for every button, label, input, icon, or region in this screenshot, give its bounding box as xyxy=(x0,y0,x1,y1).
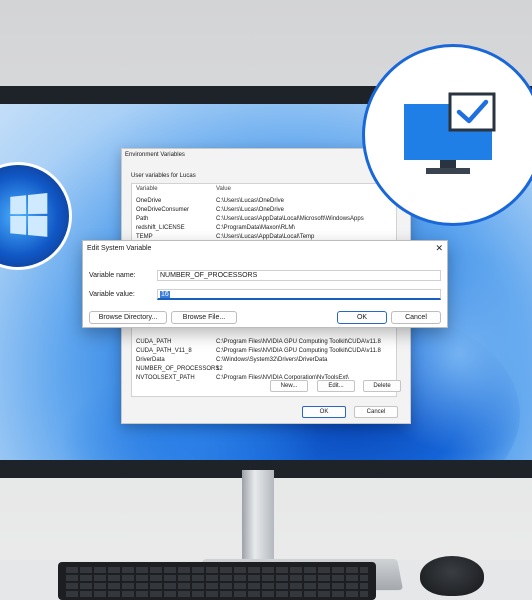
monitor-stand-neck xyxy=(242,470,274,562)
mouse xyxy=(420,556,484,596)
row-variable[interactable]: OneDrive xyxy=(136,198,161,204)
column-header-value[interactable]: Value xyxy=(216,186,231,192)
row-variable[interactable]: DriverData xyxy=(136,357,165,363)
row-variable[interactable]: CUDA_PATH_V11_8 xyxy=(136,348,192,354)
row-value[interactable]: C:\ProgramData\Maxon\RLM\ xyxy=(216,225,295,231)
column-header-variable[interactable]: Variable xyxy=(136,186,158,192)
variable-value-label: Variable value: xyxy=(89,291,135,298)
row-variable[interactable]: Path xyxy=(136,216,148,222)
row-value[interactable]: C:\Users\Lucas\OneDrive xyxy=(216,207,284,213)
variable-name-input[interactable]: NUMBER_OF_PROCESSORS xyxy=(157,270,441,281)
edit-dialog-title: Edit System Variable xyxy=(87,245,152,252)
row-value[interactable]: C:\Program Files\NVIDIA GPU Computing To… xyxy=(216,339,381,345)
edit-button[interactable]: Edit... xyxy=(317,380,355,392)
row-value[interactable]: C:\Program Files\NVIDIA GPU Computing To… xyxy=(216,348,381,354)
user-variables-label: User variables for Lucas xyxy=(131,173,196,179)
row-variable[interactable]: redshift_LICENSE xyxy=(136,225,185,231)
row-variable[interactable]: NUMBER_OF_PROCESSORS xyxy=(136,366,219,372)
env-dialog-title: Environment Variables xyxy=(125,152,185,158)
edit-system-variable-dialog: Edit System Variable ✕ Variable name: NU… xyxy=(82,240,448,328)
row-variable[interactable]: CUDA_PATH xyxy=(136,339,171,345)
monitor-check-icon xyxy=(404,92,496,174)
variable-value-input[interactable]: 16 xyxy=(157,289,441,300)
row-variable[interactable]: OneDriveConsumer xyxy=(136,207,189,213)
variable-value-selected-text: 16 xyxy=(160,291,170,298)
delete-button[interactable]: Delete xyxy=(363,380,401,392)
row-value[interactable]: C:\Users\Lucas\OneDrive xyxy=(216,198,284,204)
row-variable[interactable]: NVTOOLSEXT_PATH xyxy=(136,375,195,381)
row-value[interactable]: C:\Users\Lucas\AppData\Local\Microsoft\W… xyxy=(216,216,364,222)
keyboard xyxy=(58,562,376,600)
env-cancel-button[interactable]: Cancel xyxy=(354,406,398,418)
env-ok-button[interactable]: OK xyxy=(302,406,346,418)
new-button[interactable]: New... xyxy=(270,380,308,392)
row-value[interactable]: 12 xyxy=(216,366,223,372)
browse-directory-button[interactable]: Browse Directory... xyxy=(89,311,167,324)
row-value[interactable]: C:\Windows\System32\Drivers\DriverData xyxy=(216,357,327,363)
browse-file-button[interactable]: Browse File... xyxy=(171,311,237,324)
close-icon[interactable]: ✕ xyxy=(435,243,443,254)
windows-logo-icon xyxy=(10,192,49,240)
edit-ok-button[interactable]: OK xyxy=(337,311,387,324)
variable-name-value: NUMBER_OF_PROCESSORS xyxy=(160,272,258,279)
variable-name-label: Variable name: xyxy=(89,272,136,279)
edit-cancel-button[interactable]: Cancel xyxy=(391,311,441,324)
scene: Environment Variables User variables for… xyxy=(0,0,532,600)
monitor-check-badge xyxy=(362,44,532,226)
